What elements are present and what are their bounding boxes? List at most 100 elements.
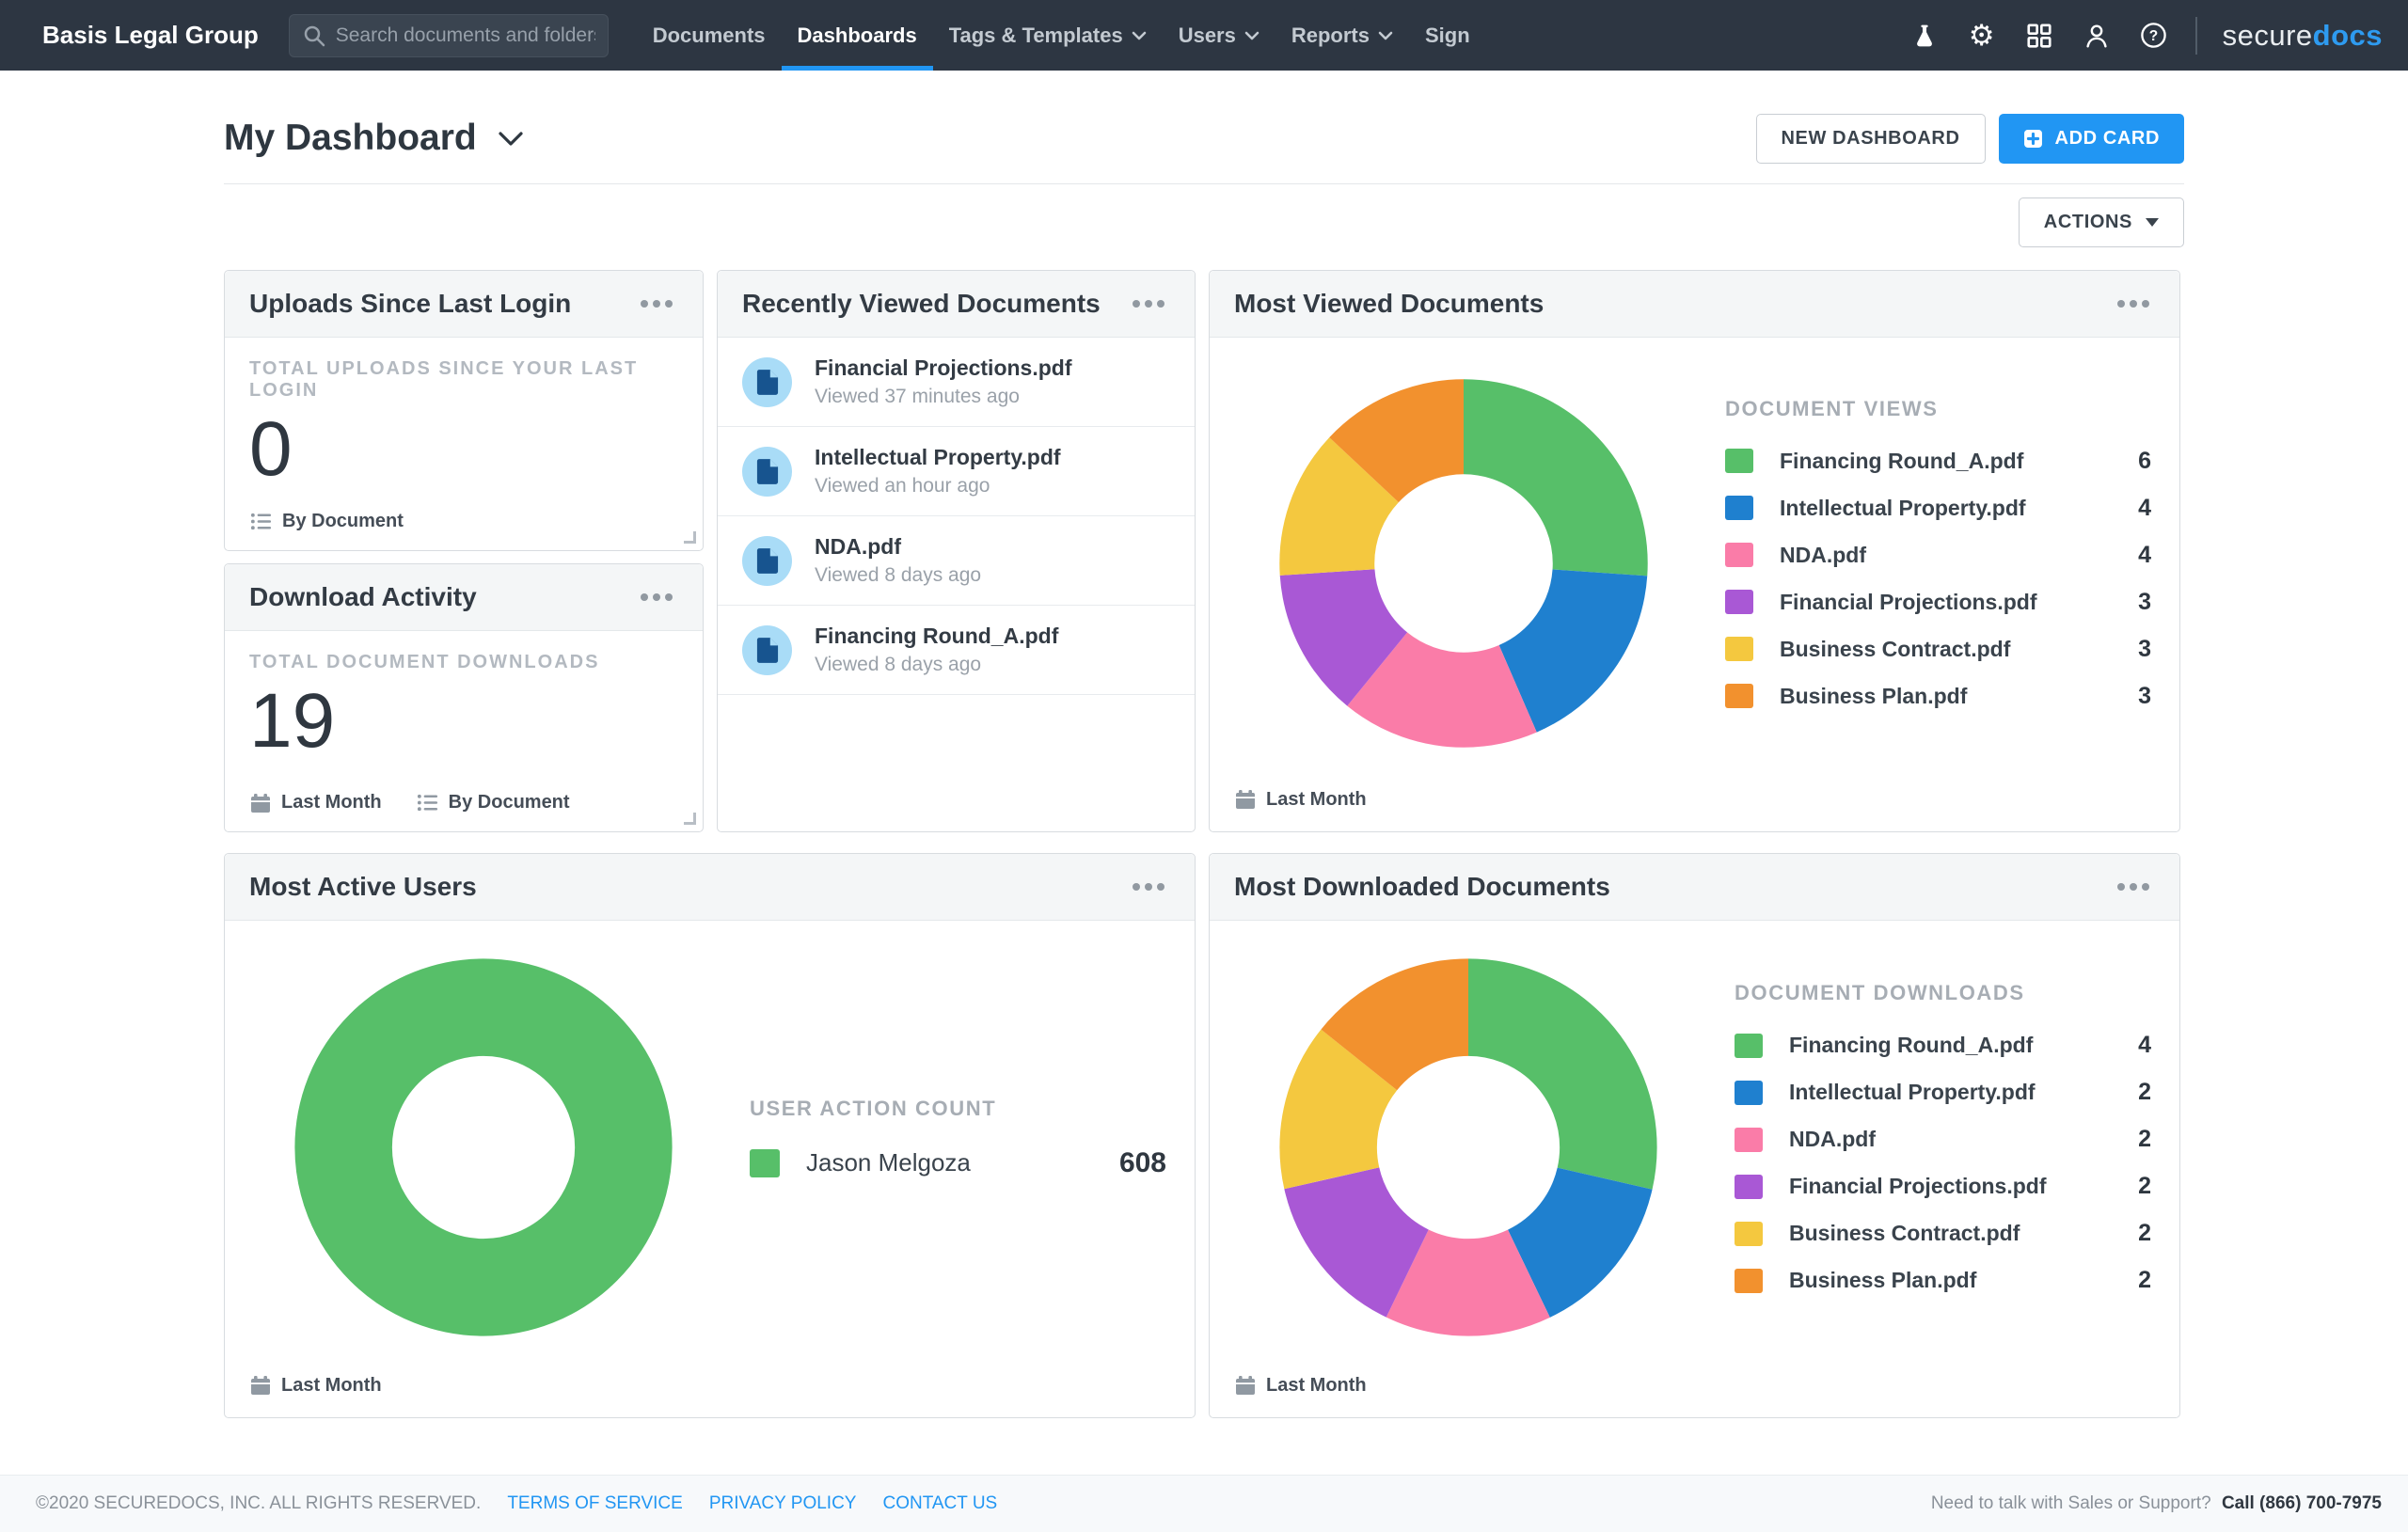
ellipsis-icon: [1145, 883, 1152, 891]
dashboard-selector[interactable]: My Dashboard: [224, 118, 524, 159]
document-views-donut-chart: [1275, 375, 1652, 751]
by-document-label: By Document: [282, 511, 404, 532]
last-month-label: Last Month: [281, 1375, 382, 1397]
app-root: Basis Legal Group Documents Dashboards T…: [0, 0, 2408, 1532]
actions-dropdown-button[interactable]: ACTIONS: [2019, 197, 2184, 247]
ellipsis-icon: [1145, 300, 1152, 308]
chart-legend: USER ACTION COUNT Jason Melgoza608: [750, 1097, 1166, 1199]
card-footer: Last Month: [1210, 1374, 2179, 1417]
company-name: Basis Legal Group: [42, 21, 259, 50]
search-box[interactable]: [289, 14, 609, 57]
nav-item-sign[interactable]: Sign: [1409, 0, 1486, 71]
terms-of-service-link[interactable]: TERMS OF SERVICE: [507, 1493, 683, 1514]
ellipsis-icon: [2130, 300, 2137, 308]
legend-swatch: [1725, 684, 1753, 708]
legend-value: 2: [2138, 1220, 2151, 1247]
legend-row: Business Contract.pdf2: [1735, 1220, 2151, 1247]
actions-row: ACTIONS: [224, 197, 2184, 247]
page-title: My Dashboard: [224, 118, 477, 159]
legend-row: Financial Projections.pdf2: [1735, 1173, 2151, 1200]
card-menu-button[interactable]: [2112, 289, 2155, 319]
viewed-timestamp: Viewed 37 minutes ago: [815, 386, 1071, 408]
legend-value: 3: [2138, 683, 2151, 710]
list-item[interactable]: Financial Projections.pdf Viewed 37 minu…: [718, 338, 1195, 427]
nav-item-label: Reports: [1291, 24, 1370, 48]
uploads-since-last-login-card: Uploads Since Last Login TOTAL UPLOADS S…: [224, 270, 704, 551]
nav-item-documents[interactable]: Documents: [637, 0, 782, 71]
help-icon[interactable]: ?: [2138, 20, 2170, 52]
nav-item-label: Sign: [1425, 24, 1470, 48]
new-dashboard-button[interactable]: NEW DASHBOARD: [1756, 114, 1986, 164]
securedocs-logo[interactable]: securedocs: [2223, 19, 2383, 53]
list-item[interactable]: Financing Round_A.pdf Viewed 8 days ago: [718, 606, 1195, 695]
support-text: Need to talk with Sales or Support? Call…: [1931, 1493, 2382, 1514]
last-month-label: Last Month: [281, 792, 382, 813]
card-menu-button[interactable]: [635, 582, 678, 612]
contact-us-link[interactable]: CONTACT US: [882, 1493, 997, 1514]
nav-item-tags-templates[interactable]: Tags & Templates: [933, 0, 1163, 71]
header-divider: [224, 183, 2184, 184]
legend-value: 4: [2138, 542, 2151, 569]
legend-swatch: [1735, 1128, 1763, 1152]
metric-card-column: Uploads Since Last Login TOTAL UPLOADS S…: [224, 270, 704, 832]
apps-grid-icon[interactable]: [2023, 20, 2055, 52]
legend-swatch: [1725, 590, 1753, 614]
document-circle: [742, 625, 792, 675]
card-menu-button[interactable]: [1127, 872, 1170, 902]
calendar-icon: [249, 1374, 272, 1397]
legend-row: Jason Melgoza608: [750, 1147, 1166, 1179]
calendar-icon: [249, 792, 272, 814]
by-document-label: By Document: [449, 792, 570, 813]
user-action-donut-chart: [291, 955, 676, 1340]
legend-value: 4: [2138, 1032, 2151, 1059]
metric-label: TOTAL UPLOADS SINCE YOUR LAST LOGIN: [249, 358, 678, 402]
legend-value: 2: [2138, 1173, 2151, 1200]
page-header: My Dashboard NEW DASHBOARD ADD CARD: [224, 112, 2184, 165]
user-icon[interactable]: [2081, 20, 2113, 52]
dashboard-grid: Uploads Since Last Login TOTAL UPLOADS S…: [224, 270, 2184, 1418]
legend-label: Financial Projections.pdf: [1789, 1174, 2138, 1199]
nav-item-dashboards[interactable]: Dashboards: [782, 0, 933, 71]
card-menu-button[interactable]: [1127, 289, 1170, 319]
legend-swatch: [1725, 543, 1753, 567]
caret-down-icon: [2146, 218, 2159, 227]
card-title: Download Activity: [249, 582, 477, 612]
nav-item-label: Users: [1179, 24, 1236, 48]
add-card-button[interactable]: ADD CARD: [1999, 114, 2184, 164]
document-name: Financing Round_A.pdf: [815, 624, 1058, 649]
nav-item-users[interactable]: Users: [1163, 0, 1275, 71]
card-menu-button[interactable]: [2112, 872, 2155, 902]
ellipsis-icon: [653, 593, 660, 601]
legend-row: NDA.pdf2: [1735, 1126, 2151, 1153]
nav-item-label: Tags & Templates: [949, 24, 1123, 48]
by-document-filter: By Document: [416, 791, 570, 814]
list-item-text: NDA.pdf Viewed 8 days ago: [815, 534, 981, 587]
last-month-filter: Last Month: [1234, 1374, 2155, 1397]
search-input[interactable]: [336, 24, 595, 47]
lab-flask-icon[interactable]: [1909, 20, 1941, 52]
card-menu-button[interactable]: [635, 289, 678, 319]
card-resize-handle[interactable]: [684, 813, 696, 825]
list-item[interactable]: NDA.pdf Viewed 8 days ago: [718, 516, 1195, 606]
document-name: Intellectual Property.pdf: [815, 445, 1061, 470]
document-icon: [756, 547, 779, 574]
by-document-filter: By Document: [249, 510, 404, 533]
list-item[interactable]: Intellectual Property.pdf Viewed an hour…: [718, 427, 1195, 516]
legend-swatch: [1725, 496, 1753, 520]
legend-row: Financial Projections.pdf3: [1725, 589, 2151, 616]
last-month-label: Last Month: [1266, 1375, 1367, 1397]
card-resize-handle[interactable]: [684, 531, 696, 544]
nav-item-reports[interactable]: Reports: [1275, 0, 1409, 71]
legend-rows: Jason Melgoza608: [750, 1147, 1166, 1179]
document-icon: [756, 637, 779, 663]
logo-docs: docs: [2313, 19, 2383, 52]
last-month-filter: Last Month: [249, 1374, 1170, 1397]
ellipsis-icon: [653, 300, 660, 308]
legend-label: Financial Projections.pdf: [1780, 590, 2138, 615]
card-title: Recently Viewed Documents: [742, 289, 1101, 319]
legend-row: Business Contract.pdf3: [1725, 636, 2151, 663]
chevron-down-icon: [1244, 31, 1259, 40]
settings-gear-icon[interactable]: ⚙: [1966, 20, 1998, 52]
privacy-policy-link[interactable]: PRIVACY POLICY: [709, 1493, 857, 1514]
legend-label: NDA.pdf: [1780, 543, 2138, 568]
